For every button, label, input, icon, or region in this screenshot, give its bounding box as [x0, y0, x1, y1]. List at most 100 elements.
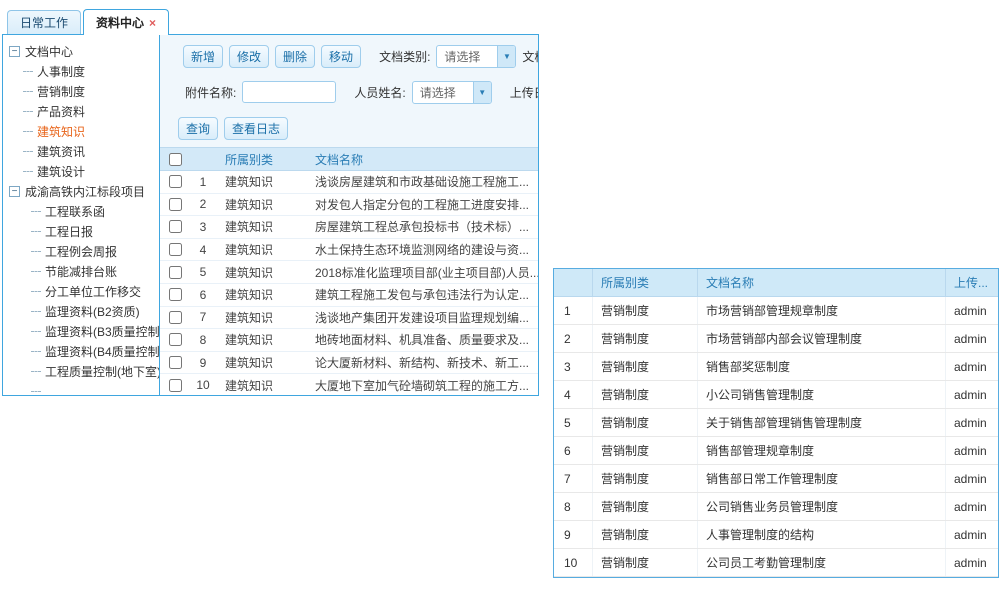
tab-data-center[interactable]: 资料中心 ×	[83, 9, 169, 35]
tree-node-personnel-system[interactable]: 人事制度	[9, 61, 159, 81]
tree-node-partial[interactable]	[9, 381, 159, 395]
table-row[interactable]: 9 营销制度 人事管理制度的结构 admin	[554, 521, 998, 549]
row-uploader: admin	[946, 360, 998, 374]
close-icon[interactable]: ×	[149, 18, 156, 28]
row-checkbox[interactable]	[169, 220, 182, 233]
tree-node-product-data[interactable]: 产品资料	[9, 101, 159, 121]
tree-node-building-news[interactable]: 建筑资讯	[9, 141, 159, 161]
row-uploader: admin	[946, 388, 998, 402]
row-document-name: 2018标准化监理项目部(业主项目部)人员...	[308, 264, 538, 281]
table-row[interactable]: 10 建筑知识 大厦地下室加气砼墙砌筑工程的施工方...	[160, 374, 538, 395]
row-number: 5	[554, 409, 593, 436]
tree-node-label: 产品资料	[37, 103, 85, 120]
row-document-name: 关于销售部管理销售管理制度	[698, 409, 946, 436]
tree-node-marketing-system[interactable]: 营销制度	[9, 81, 159, 101]
row-document-name: 销售部日常工作管理制度	[698, 465, 946, 492]
row-checkbox[interactable]	[169, 175, 182, 188]
checkbox-cell	[160, 333, 190, 346]
person-select[interactable]: 请选择 ▼	[412, 81, 492, 104]
row-checkbox[interactable]	[169, 288, 182, 301]
row-checkbox[interactable]	[169, 333, 182, 346]
chevron-down-icon[interactable]: ▼	[473, 82, 491, 103]
row-document-name: 市场营销部内部会议管理制度	[698, 325, 946, 352]
table-row[interactable]: 7 建筑知识 浅谈地产集团开发建设项目监理规划编...	[160, 307, 538, 330]
checkbox-cell	[160, 266, 190, 279]
tab-daily-work[interactable]: 日常工作	[7, 10, 81, 34]
table-row[interactable]: 6 建筑知识 建筑工程施工发包与承包违法行为认定...	[160, 284, 538, 307]
tree-node-weekly-meeting-report[interactable]: 工程例会周报	[9, 241, 159, 261]
tree-node-supervision-b3[interactable]: 监理资料(B3质量控制)	[9, 321, 159, 341]
document-center-window: 日常工作 资料中心 × − 文档中心 人事制度 营销制度 产品资料	[2, 8, 539, 398]
chevron-down-icon[interactable]: ▼	[497, 46, 515, 67]
tree-node-building-design[interactable]: 建筑设计	[9, 161, 159, 181]
column-header-category[interactable]: 所属别类	[216, 151, 308, 168]
tree-node-supervision-b4[interactable]: 监理资料(B4质量控制)	[9, 341, 159, 361]
category-select[interactable]: 请选择 ▼	[436, 45, 516, 68]
column-header-uploader[interactable]: 上传...	[946, 274, 998, 291]
row-checkbox[interactable]	[169, 198, 182, 211]
tree-node-daily-report[interactable]: 工程日报	[9, 221, 159, 241]
table-row[interactable]: 6 营销制度 销售部管理规章制度 admin	[554, 437, 998, 465]
table-row[interactable]: 3 营销制度 销售部奖惩制度 admin	[554, 353, 998, 381]
row-uploader: admin	[946, 416, 998, 430]
table-row[interactable]: 1 建筑知识 浅谈房屋建筑和市政基础设施工程施工...	[160, 171, 538, 194]
row-checkbox[interactable]	[169, 379, 182, 392]
tree-line	[23, 91, 33, 92]
tree-node-contact-letter[interactable]: 工程联系函	[9, 201, 159, 221]
checkbox-cell	[160, 379, 190, 392]
collapse-icon[interactable]: −	[9, 186, 20, 197]
tree-node-label: 工程日报	[45, 223, 93, 240]
column-header-category[interactable]: 所属别类	[593, 269, 698, 296]
tree-node-document-center[interactable]: − 文档中心	[9, 41, 159, 61]
table-row[interactable]: 4 建筑知识 水土保持生态环境监测网络的建设与资...	[160, 239, 538, 262]
table-row[interactable]: 4 营销制度 小公司销售管理制度 admin	[554, 381, 998, 409]
move-button[interactable]: 移动	[321, 45, 361, 68]
tree-node-work-transfer[interactable]: 分工单位工作移交	[9, 281, 159, 301]
checkbox-cell	[160, 288, 190, 301]
row-number: 6	[554, 437, 593, 464]
attachment-input[interactable]	[242, 81, 336, 103]
table-row[interactable]: 8 建筑知识 地砖地面材料、机具准备、质量要求及...	[160, 329, 538, 352]
row-checkbox[interactable]	[169, 243, 182, 256]
select-all-checkbox[interactable]	[169, 153, 182, 166]
collapse-icon[interactable]: −	[9, 46, 20, 57]
column-header-name[interactable]: 文档名称	[308, 151, 538, 168]
tree-node-supervision-b2[interactable]: 监理资料(B2资质)	[9, 301, 159, 321]
table-row[interactable]: 3 建筑知识 房屋建筑工程总承包投标书（技术标）...	[160, 216, 538, 239]
row-category: 建筑知识	[216, 354, 308, 371]
checkbox-cell	[160, 220, 190, 233]
edit-button[interactable]: 修改	[229, 45, 269, 68]
row-checkbox[interactable]	[169, 266, 182, 279]
tree-node-quality-control-basement[interactable]: 工程质量控制(地下室)	[9, 361, 159, 381]
table-row[interactable]: 1 营销制度 市场营销部管理规章制度 admin	[554, 297, 998, 325]
query-button[interactable]: 查询	[178, 117, 218, 140]
row-checkbox[interactable]	[169, 356, 182, 369]
table-row[interactable]: 9 建筑知识 论大厦新材料、新结构、新技术、新工...	[160, 352, 538, 375]
table-row[interactable]: 2 营销制度 市场营销部内部会议管理制度 admin	[554, 325, 998, 353]
tab-bar: 日常工作 资料中心 ×	[2, 8, 539, 34]
tree-line	[31, 211, 41, 212]
tree-line	[31, 331, 41, 332]
row-document-name: 销售部管理规章制度	[698, 437, 946, 464]
view-log-button[interactable]: 查看日志	[224, 117, 288, 140]
table-row[interactable]: 7 营销制度 销售部日常工作管理制度 admin	[554, 465, 998, 493]
tree-node-building-knowledge[interactable]: 建筑知识	[9, 121, 159, 141]
tree-node-energy-ledger[interactable]: 节能减排台账	[9, 261, 159, 281]
table-row[interactable]: 8 营销制度 公司销售业务员管理制度 admin	[554, 493, 998, 521]
person-label: 人员姓名:	[354, 84, 405, 101]
tree-line	[23, 151, 33, 152]
delete-button[interactable]: 删除	[275, 45, 315, 68]
row-category: 建筑知识	[216, 377, 308, 394]
person-select-value: 请选择	[413, 84, 473, 101]
table-row[interactable]: 5 建筑知识 2018标准化监理项目部(业主项目部)人员...	[160, 261, 538, 284]
table-row[interactable]: 5 营销制度 关于销售部管理销售管理制度 admin	[554, 409, 998, 437]
column-header-name[interactable]: 文档名称	[698, 269, 946, 296]
tree-line	[31, 271, 41, 272]
add-button[interactable]: 新增	[183, 45, 223, 68]
table-row[interactable]: 10 营销制度 公司员工考勤管理制度 admin	[554, 549, 998, 577]
row-number: 7	[190, 310, 216, 324]
table-row[interactable]: 2 建筑知识 对发包人指定分包的工程施工进度安排...	[160, 194, 538, 217]
row-checkbox[interactable]	[169, 311, 182, 324]
tree-node-railway-project[interactable]: − 成渝高铁内江标段项目	[9, 181, 159, 201]
tree-node-label: 分工单位工作移交	[45, 283, 141, 300]
